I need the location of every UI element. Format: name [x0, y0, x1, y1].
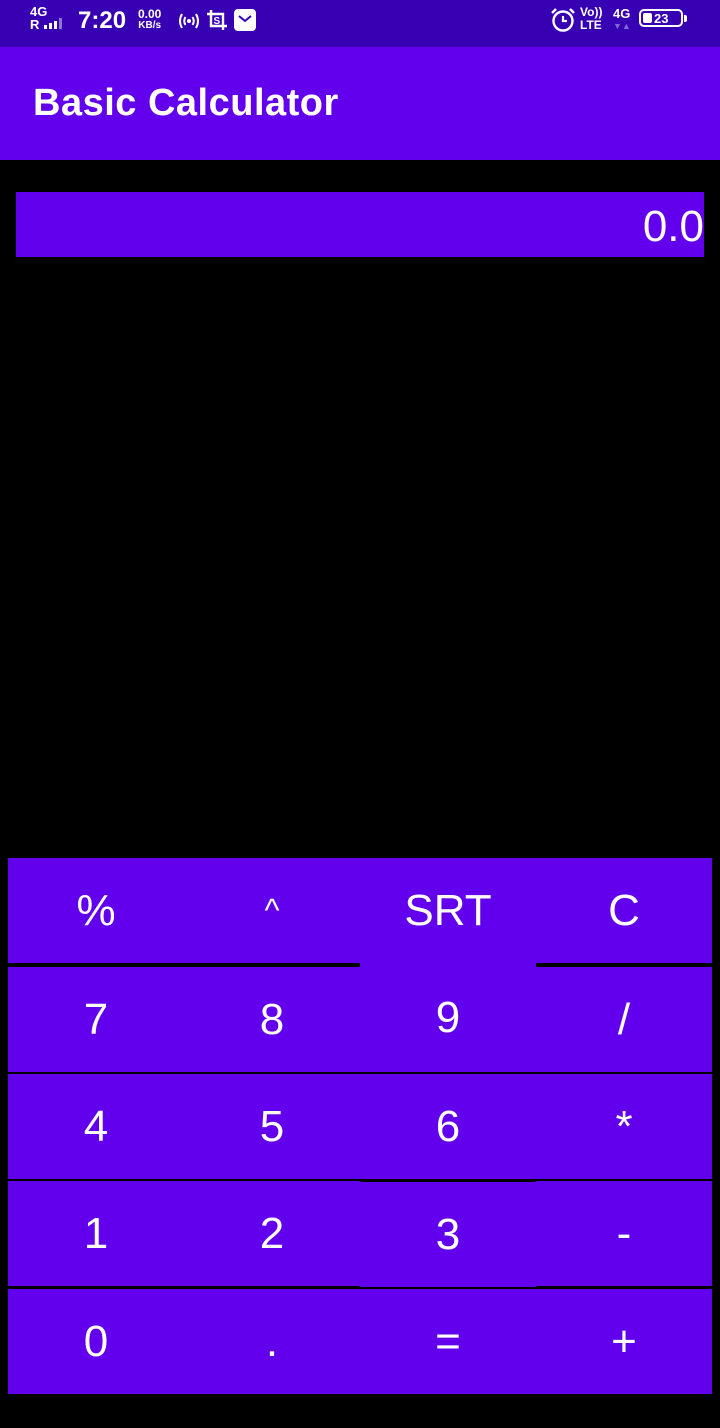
network-indicator-right: 4G ▼▲	[613, 7, 631, 33]
volte-indicator: Vo)) LTE	[580, 6, 602, 32]
digit-0-button[interactable]: 0	[8, 1289, 184, 1394]
multiply-button[interactable]: *	[536, 1074, 712, 1179]
equals-button[interactable]: =	[360, 1289, 536, 1394]
network-speed-value: 0.00	[138, 7, 162, 21]
digit-6-button[interactable]: 6	[360, 1074, 536, 1179]
data-activity-icon: ▼▲	[613, 21, 631, 31]
status-bar: 4G R 7:20 0.00 KB/s S Vo)) LTE 4G ▼▲ 23	[0, 0, 720, 47]
digit-5-button[interactable]: 5	[184, 1074, 360, 1179]
divide-button[interactable]: /	[536, 967, 712, 1072]
digit-3-button[interactable]: 3	[360, 1182, 536, 1287]
battery-icon: 23	[639, 9, 687, 27]
network-type-label-right: 4G	[613, 6, 631, 21]
clear-button[interactable]: C	[536, 858, 712, 963]
percent-button[interactable]: %	[8, 858, 184, 963]
roaming-label: R	[30, 17, 40, 32]
svg-text:S: S	[214, 16, 221, 27]
lte-label: LTE	[580, 18, 602, 32]
hotspot-icon	[177, 10, 201, 37]
signal-icon	[44, 18, 63, 29]
digit-4-button[interactable]: 4	[8, 1074, 184, 1179]
keypad: % ^ SRT C 7 8 9 / 4 5 6 * 1 2 3 - 0 . = …	[8, 858, 712, 1394]
clock: 7:20	[78, 7, 127, 34]
alarm-icon	[550, 7, 576, 38]
network-speed: 0.00 KB/s	[138, 8, 161, 32]
app-title: Basic Calculator	[33, 82, 339, 124]
power-button[interactable]: ^	[184, 858, 360, 963]
result-display: 0.0	[16, 192, 704, 257]
add-button[interactable]: +	[536, 1289, 712, 1394]
screenshot-icon: S	[206, 9, 228, 36]
digit-8-button[interactable]: 8	[184, 967, 360, 1072]
decimal-point-button[interactable]: .	[184, 1289, 360, 1394]
digit-2-button[interactable]: 2	[184, 1181, 360, 1286]
battery-level: 23	[654, 11, 669, 26]
digit-7-button[interactable]: 7	[8, 967, 184, 1072]
subtract-button[interactable]: -	[536, 1181, 712, 1286]
square-root-button[interactable]: SRT	[360, 858, 536, 963]
mail-icon	[234, 9, 256, 36]
digit-1-button[interactable]: 1	[8, 1181, 184, 1286]
app-bar: Basic Calculator	[0, 47, 720, 160]
network-indicator-left: 4G R	[30, 5, 63, 32]
network-speed-unit: KB/s	[138, 20, 162, 31]
digit-9-button[interactable]: 9	[360, 963, 536, 1072]
